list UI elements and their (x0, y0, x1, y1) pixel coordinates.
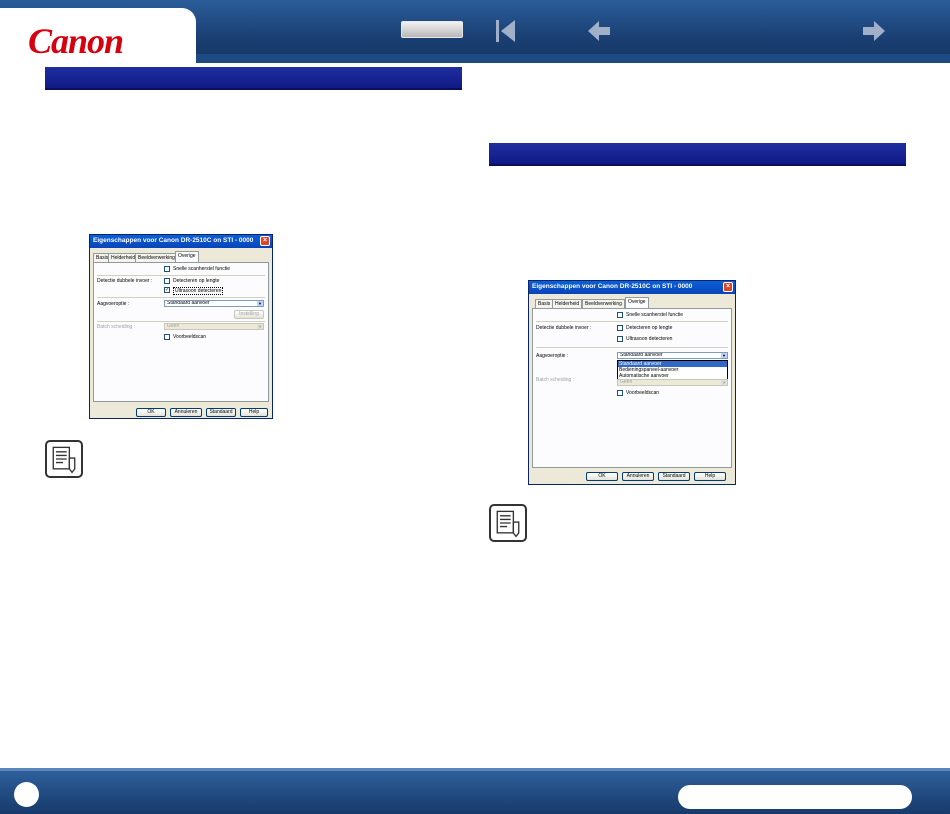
voorbeeld-checkbox[interactable] (164, 334, 170, 340)
right-section-heading-bar (489, 143, 906, 166)
standaard-button[interactable]: Standaard (206, 408, 236, 417)
aanvoer-label: Aagvoeroptie : (536, 353, 569, 359)
tab-helderheid[interactable]: Helderheid (108, 253, 139, 262)
tab-panel: Snelle scanherstel functie Detectie dubb… (93, 262, 269, 402)
voorbeeld-checkbox[interactable] (617, 390, 623, 396)
aanvoer-value: Standaard aanvoer (620, 352, 663, 358)
snelle-checkbox[interactable] (617, 312, 623, 318)
voorbeeld-label: Voorbeeldscan (173, 334, 207, 340)
detecteren-lengte-label: Detecteren op lengte (173, 278, 220, 284)
annuleren-button[interactable]: Annuleren (170, 408, 202, 417)
aanvoer-label: Aagvoeroptie : (97, 301, 130, 307)
aanvoer-select[interactable]: Standaard aanvoer ▼ (164, 300, 264, 307)
batch-value: Geen (167, 323, 180, 329)
snelle-checkbox[interactable] (164, 266, 170, 272)
back-arrow-icon[interactable] (586, 18, 612, 44)
tab-overige[interactable]: Overige (625, 297, 649, 308)
ok-button[interactable]: OK (586, 472, 618, 481)
page-field[interactable] (678, 785, 912, 809)
snelle-label: Snelle scanherstel functie (173, 266, 230, 272)
manual-page: Canon Eigenschappen voor Canon DR-2510C … (0, 0, 950, 814)
tab-beeldverwerking[interactable]: Beeldverwerking (135, 253, 178, 262)
divider (97, 297, 265, 298)
standaard-button[interactable]: Standaard (658, 472, 690, 481)
help-button[interactable]: Help (694, 472, 726, 481)
help-button[interactable]: Help (240, 408, 268, 417)
top-navigation-bar: Canon (0, 0, 950, 63)
snelle-label: Snelle scanherstel functie (626, 312, 683, 318)
chevron-down-icon[interactable]: ▼ (257, 324, 263, 329)
tab-strip: Basis Helderheid Beeldverwerking Overige (532, 297, 732, 308)
voorbeeld-label: Voorbeeldscan (626, 390, 660, 396)
ultrasoon-label: Ultrasoon detecteren (626, 336, 673, 342)
close-icon[interactable]: × (723, 282, 733, 292)
canon-logo: Canon (28, 21, 124, 61)
divider (536, 347, 728, 348)
top-menu-button[interactable] (401, 21, 463, 38)
aanvoer-select[interactable]: Standaard aanvoer ▼ (617, 352, 728, 359)
logo-tab: Canon (0, 8, 196, 63)
ok-button[interactable]: OK (136, 408, 166, 417)
page-number-badge (14, 782, 39, 807)
detecteren-lengte-checkbox[interactable] (617, 325, 623, 331)
divider (97, 321, 265, 322)
properties-dialog-1: Eigenschappen voor Canon DR-2510C on STI… (89, 234, 273, 419)
detecteren-lengte-checkbox[interactable] (164, 278, 170, 284)
dialog-title-bar: Eigenschappen voor Canon DR-2510C on STI… (529, 281, 735, 294)
detecteren-lengte-label: Detecteren op lengte (626, 325, 673, 331)
aanvoer-dropdown-list: Standaard aanvoer Bedieningspaneel-aanvo… (617, 360, 728, 380)
chevron-down-icon[interactable]: ▼ (257, 301, 263, 306)
bottom-bar (0, 768, 950, 814)
tab-beeldverwerking[interactable]: Beeldverwerking (582, 299, 625, 308)
batch-value: Geen (620, 379, 633, 385)
instelling-button[interactable]: Instelling (234, 310, 264, 319)
aanvoer-value: Standaard aanvoer (167, 300, 210, 306)
batch-select[interactable]: Geen ▼ (164, 323, 264, 330)
batch-label: Batch scheiding : (536, 377, 575, 383)
forward-arrow-icon[interactable] (861, 18, 887, 44)
dubbele-invoer-label: Detectie dubbele invoer : (97, 278, 153, 284)
tab-strip: Basis Helderheid Beeldverwerking Overige (93, 251, 269, 262)
ultrasoon-checkbox[interactable] (617, 336, 623, 342)
ultrasoon-label: Ultrasoon detecteren (173, 287, 224, 295)
first-page-icon[interactable] (493, 18, 519, 44)
properties-dialog-2: Eigenschappen voor Canon DR-2510C on STI… (528, 280, 736, 485)
left-section-heading-bar (45, 67, 462, 90)
chevron-down-icon[interactable]: ▼ (721, 353, 727, 358)
dialog-title: Eigenschappen voor Canon DR-2510C on STI… (532, 283, 693, 290)
batch-select[interactable]: Geen ▼ (617, 379, 728, 386)
dubbele-invoer-label: Detectie dubbele invoer : (536, 325, 592, 331)
dialog-title-bar: Eigenschappen voor Canon DR-2510C on STI… (90, 235, 272, 248)
tab-overige[interactable]: Overige (175, 251, 199, 262)
divider (97, 275, 265, 276)
note-icon (489, 504, 527, 542)
tab-helderheid[interactable]: Helderheid (552, 299, 583, 308)
chevron-down-icon[interactable]: ▼ (721, 380, 727, 385)
batch-label: Batch scheiding : (97, 324, 136, 330)
divider (536, 321, 728, 322)
ultrasoon-checkbox[interactable]: ✓ (164, 287, 170, 293)
close-icon[interactable]: × (260, 236, 270, 246)
dialog-title: Eigenschappen voor Canon DR-2510C on STI… (93, 237, 254, 244)
annuleren-button[interactable]: Annuleren (622, 472, 654, 481)
note-icon (45, 440, 83, 478)
tab-basis[interactable]: Basis (535, 299, 554, 308)
tab-panel: Snelle scanherstel functie Detectie dubb… (532, 308, 732, 468)
